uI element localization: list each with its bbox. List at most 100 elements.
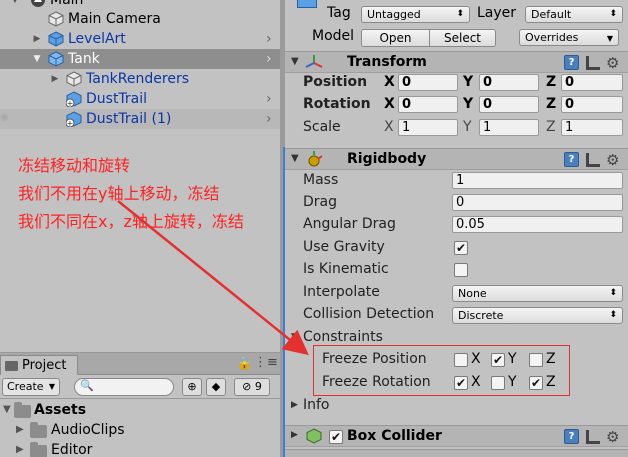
scale-y-field[interactable]: 1	[479, 119, 539, 136]
interpolate-dropdown[interactable]: None ⬍	[452, 285, 623, 302]
folder-row-editor[interactable]: ▶ Editor	[0, 441, 280, 457]
axis-y-label: Y	[463, 74, 474, 90]
chevron-right-icon[interactable]: ›	[266, 111, 272, 127]
is-kinematic-label: Is Kinematic	[303, 261, 389, 277]
transform-header[interactable]: ▼ Transform ? ⚙	[285, 51, 628, 73]
help-book-icon[interactable]: ?	[564, 152, 579, 167]
hierarchy-item-levelart[interactable]: ▶ LevelArt ›	[0, 29, 280, 49]
hierarchy-item-dusttrail[interactable]: + DustTrail ›	[0, 89, 280, 109]
mass-field[interactable]: 1	[452, 172, 623, 189]
position-label: Position	[303, 74, 368, 90]
gear-icon[interactable]: ⚙	[606, 54, 619, 72]
presets-icon[interactable]	[586, 56, 600, 70]
svg-text:+: +	[67, 119, 74, 127]
interpolate-label: Interpolate	[303, 284, 380, 300]
filter-by-type-icon[interactable]: ⊕	[182, 378, 202, 396]
angular-drag-label: Angular Drag	[303, 216, 396, 232]
overrides-label: Overrides	[525, 31, 579, 44]
chevron-right-icon[interactable]: ›	[266, 51, 272, 67]
chevron-right-icon[interactable]: ›	[266, 91, 272, 107]
hierarchy-item-tankrenderers[interactable]: ▶ TankRenderers	[0, 69, 280, 89]
gear-icon[interactable]: ⚙	[606, 151, 619, 169]
foldout-arrow-icon[interactable]: ▼	[291, 332, 298, 342]
hierarchy-item-dusttrail-1[interactable]: ◉ + DustTrail (1) ›	[0, 109, 280, 129]
position-y-field[interactable]: 0	[479, 74, 539, 91]
tag-dropdown[interactable]: Untagged ⬍	[361, 6, 470, 23]
tab-project[interactable]: Project	[0, 355, 78, 375]
hierarchy-item-tank[interactable]: ▼ Tank ›	[0, 49, 280, 69]
axis-x-label: X	[384, 96, 395, 112]
expand-arrow-icon[interactable]: ▼	[32, 54, 42, 64]
box-collider-header[interactable]: ▶ ✔ Box Collider ? ⚙	[285, 425, 628, 447]
component-title: Rigidbody	[347, 151, 427, 167]
project-panel: Project 🔒 ⋮≡ Create ▼ 🔍 ⊕ ◆ ⊘ 9 ▼ Assets…	[0, 352, 280, 457]
updown-caret-icon: ⬍	[609, 310, 617, 320]
folder-icon	[30, 422, 47, 438]
is-kinematic-checkbox[interactable]	[454, 263, 468, 277]
position-z-field[interactable]: 0	[561, 74, 623, 91]
drag-field[interactable]: 0	[452, 194, 623, 211]
box-collider-icon	[306, 428, 322, 444]
collision-detection-dropdown[interactable]: Discrete ⬍	[452, 307, 623, 324]
updown-caret-icon: ⬍	[609, 9, 617, 19]
unity-scene-icon	[31, 0, 45, 7]
rotation-y-field[interactable]: 0	[479, 96, 539, 113]
layer-dropdown[interactable]: Default ⬍	[525, 6, 623, 23]
expand-arrow-icon[interactable]: ▼	[10, 0, 20, 5]
updown-caret-icon: ⬍	[456, 9, 464, 19]
menu-icon[interactable]: ⋮≡	[254, 355, 278, 370]
foldout-arrow-icon[interactable]: ▶	[291, 430, 298, 440]
prefab-plus-icon: +	[66, 111, 82, 127]
info-label: Info	[303, 397, 330, 413]
filter-by-label-icon[interactable]: ◆	[206, 378, 226, 396]
foldout-arrow-icon[interactable]: ▶	[291, 400, 298, 410]
gear-icon[interactable]: ⚙	[606, 428, 619, 446]
interpolate-value: None	[458, 287, 487, 300]
scale-z-field[interactable]: 1	[561, 119, 623, 136]
presets-icon[interactable]	[586, 430, 600, 444]
annotation-line-1: 冻结移动和旋转	[18, 156, 131, 175]
hierarchy-item-label: DustTrail	[86, 91, 148, 107]
project-toolbar: Create ▼ 🔍 ⊕ ◆ ⊘ 9	[0, 375, 280, 399]
expand-arrow-icon[interactable]: ▶	[16, 424, 24, 435]
angular-drag-field[interactable]: 0.05	[452, 216, 623, 233]
position-x-field[interactable]: 0	[398, 74, 458, 91]
foldout-arrow-icon[interactable]: ▼	[291, 56, 299, 67]
presets-icon[interactable]	[586, 153, 600, 167]
prefab-cube-icon	[48, 31, 64, 47]
help-book-icon[interactable]: ?	[564, 429, 579, 444]
rigidbody-header[interactable]: ▼ Rigidbody ? ⚙	[285, 148, 628, 170]
open-button[interactable]: Open	[361, 29, 430, 47]
assets-label: Assets	[34, 402, 87, 418]
use-gravity-checkbox[interactable]: ✔	[454, 241, 468, 255]
select-button[interactable]: Select	[429, 29, 496, 47]
visibility-eye-icon[interactable]: ◉	[0, 112, 9, 123]
chevron-right-icon[interactable]: ›	[266, 31, 272, 47]
create-button[interactable]: Create ▼	[2, 378, 60, 396]
help-book-icon[interactable]: ?	[564, 55, 579, 70]
axis-z-label: Z	[546, 74, 557, 90]
hierarchy-item-main-camera[interactable]: Main Camera	[0, 9, 280, 29]
folder-icon	[5, 360, 18, 371]
expand-arrow-icon[interactable]: ▼	[3, 404, 11, 415]
hierarchy-item-label: Tank	[68, 51, 100, 67]
overrides-dropdown[interactable]: Overrides ▼	[519, 29, 619, 46]
axis-x-label: X	[384, 74, 395, 90]
scale-x-field[interactable]: 1	[398, 119, 458, 136]
expand-arrow-icon[interactable]: ▶	[16, 444, 24, 455]
lock-icon[interactable]: 🔒	[237, 356, 252, 370]
foldout-arrow-icon[interactable]: ▼	[291, 153, 299, 164]
search-input[interactable]: 🔍	[74, 378, 174, 396]
assets-folder-row[interactable]: ▼ Assets	[0, 401, 280, 421]
rotation-x-field[interactable]: 0	[398, 96, 458, 113]
rotation-z-field[interactable]: 0	[561, 96, 623, 113]
constraints-label: Constraints	[303, 329, 383, 345]
expand-arrow-icon[interactable]: ▶	[50, 74, 60, 84]
expand-arrow-icon[interactable]: ▶	[32, 34, 42, 44]
box-collider-enabled-checkbox[interactable]: ✔	[329, 430, 343, 444]
hidden-packages-toggle[interactable]: ⊘ 9	[234, 378, 270, 396]
eye-slash-icon: ⊘	[242, 380, 252, 393]
dropdown-arrow-icon: ▼	[606, 34, 613, 43]
component-header-icons: ? ⚙	[564, 54, 624, 72]
folder-row-audioclips[interactable]: ▶ AudioClips	[0, 421, 280, 441]
